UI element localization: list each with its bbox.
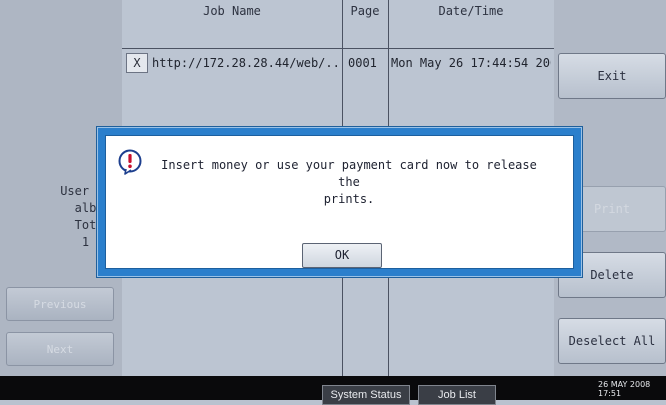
payment-dialog: Insert money or use your payment card no… — [96, 126, 583, 278]
job-name-cell: http://172.28.28.44/web/... — [152, 56, 340, 70]
dialog-message: Insert money or use your payment card no… — [154, 157, 544, 208]
column-header-job-name: Job Name — [203, 4, 261, 18]
status-bar: System Status Job List 26 MAY 2008 17:51 — [0, 376, 666, 405]
dialog-body: Insert money or use your payment card no… — [105, 135, 574, 269]
date-text: 26 MAY 2008 — [598, 380, 651, 389]
column-header-page: Page — [350, 4, 380, 18]
dialog-message-line: Insert money or use your payment card no… — [161, 158, 537, 189]
deselect-all-button[interactable]: Deselect All — [558, 318, 666, 364]
clock: 26 MAY 2008 17:51 — [598, 380, 650, 398]
time-text: 17:51 — [598, 389, 622, 398]
delete-job-button[interactable]: X — [126, 53, 148, 73]
date-time-cell: Mon May 26 17:44:54 2008 — [391, 56, 551, 70]
job-list-button[interactable]: Job List — [418, 385, 496, 405]
previous-button[interactable]: Previous — [6, 287, 114, 321]
ok-button[interactable]: OK — [302, 243, 382, 268]
exit-button[interactable]: Exit — [558, 53, 666, 99]
next-button[interactable]: Next — [6, 332, 114, 366]
table-header: Job Name Page Date/Time — [122, 4, 554, 50]
page-cell: 0001 — [348, 56, 377, 70]
warning-icon — [117, 149, 143, 175]
dialog-message-line: prints. — [323, 192, 375, 206]
table-row[interactable]: X http://172.28.28.44/web/... 0001 Mon M… — [122, 53, 554, 75]
column-header-date-time: Date/Time — [438, 4, 504, 18]
system-status-button[interactable]: System Status — [322, 385, 410, 405]
